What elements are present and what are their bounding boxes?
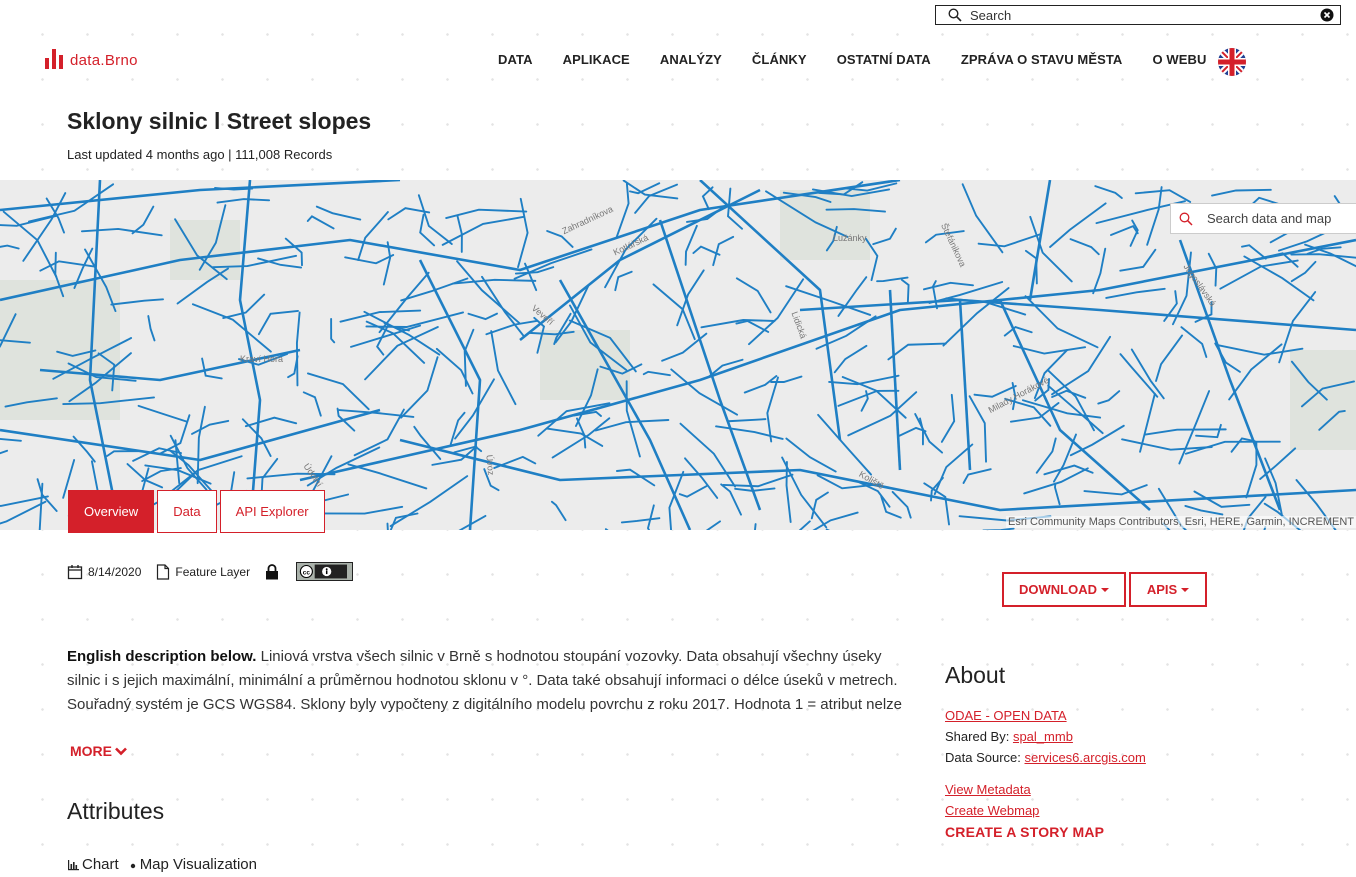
tab-overview[interactable]: Overview [68, 490, 155, 533]
info-date-value: 8/14/2020 [88, 564, 142, 579]
attributes-tabs: Chart Map Visualization [67, 856, 267, 873]
map-label: Úvoz [484, 454, 497, 476]
tab-data[interactable]: Data [157, 490, 217, 533]
nav-analyzy[interactable]: ANALÝZY [660, 52, 722, 67]
cc-license-badge-icon[interactable]: cc [296, 562, 354, 581]
info-type: Feature Layer [156, 563, 251, 580]
dataset-tabs: Overview Data API Explorer [68, 490, 328, 533]
bar-chart-icon [68, 859, 79, 870]
logo-bars-icon [45, 49, 63, 69]
map-search[interactable] [1170, 203, 1356, 234]
map-label: Lužánky [833, 233, 867, 243]
apis-button[interactable]: APIS [1129, 572, 1207, 607]
chevron-down-icon [115, 747, 127, 755]
search-icon [948, 8, 962, 22]
uk-flag-icon[interactable] [1217, 47, 1247, 77]
nav-clanky[interactable]: ČLÁNKY [752, 52, 807, 67]
logo-text: data.Brno [70, 52, 138, 69]
about-panel: About ODAE - OPEN DATA Shared By: spal_m… [945, 662, 1146, 846]
map-dot-icon [130, 863, 135, 868]
dataset-info: 8/14/2020 Feature Layer cc [67, 562, 354, 581]
about-heading: About [945, 662, 1006, 688]
view-metadata-link[interactable]: View Metadata [945, 782, 1031, 797]
calendar-icon [67, 564, 83, 579]
dataset-meta: Last updated 4 months ago | 111,008 Reco… [67, 147, 333, 162]
org-link[interactable]: ODAE - OPEN DATA [945, 708, 1067, 723]
map-view[interactable]: Lužánky Kraví Hora Jugoslávská Milady Ho… [0, 180, 1356, 530]
nav-aplikace[interactable]: APLIKACE [563, 52, 630, 67]
shared-by-link[interactable]: spal_mmb [1013, 729, 1073, 744]
map-attribution: Esri Community Maps Contributors, Esri, … [1006, 516, 1356, 528]
create-webmap-link[interactable]: Create Webmap [945, 803, 1039, 818]
search-icon [1179, 212, 1193, 226]
search-input[interactable] [970, 7, 1300, 23]
page-title: Sklony silnic l Street slopes [67, 108, 372, 134]
road-network [0, 180, 1356, 530]
clear-search-icon[interactable] [1320, 8, 1334, 22]
info-type-value: Feature Layer [175, 564, 251, 579]
map-search-input[interactable] [1207, 211, 1347, 226]
data-source-link[interactable]: services6.arcgis.com [1025, 750, 1146, 765]
data-source-label: Data Source: [945, 750, 1021, 765]
map-label: Kraví Hora [240, 354, 284, 364]
nav-o-webu[interactable]: O WEBU [1152, 52, 1206, 67]
tab-api-explorer[interactable]: API Explorer [219, 490, 325, 533]
info-date: 8/14/2020 [67, 564, 141, 580]
svg-text:cc: cc [303, 569, 311, 576]
nav-ostatni-data[interactable]: OSTATNÍ DATA [837, 52, 931, 67]
attributes-chart-tab[interactable]: Chart [67, 856, 119, 873]
lock-icon [266, 563, 279, 579]
shared-by-label: Shared By: [945, 729, 1010, 744]
document-icon [157, 563, 170, 580]
caret-down-icon [1101, 587, 1109, 592]
download-button[interactable]: DOWNLOAD [1002, 572, 1126, 607]
site-search[interactable] [935, 5, 1341, 25]
attributes-heading: Attributes [67, 798, 165, 824]
nav-zprava[interactable]: ZPRÁVA O STAVU MĚSTA [961, 52, 1123, 67]
caret-down-icon [1181, 587, 1190, 592]
create-story-map-link[interactable]: CREATE A STORY MAP [945, 824, 1104, 840]
nav-data[interactable]: DATA [498, 52, 533, 67]
more-button[interactable]: MORE [70, 743, 127, 759]
attributes-map-tab[interactable]: Map Visualization [129, 856, 257, 873]
site-logo[interactable]: data.Brno [45, 49, 138, 69]
info-lock [265, 563, 284, 580]
main-nav: DATA APLIKACE ANALÝZY ČLÁNKY OSTATNÍ DAT… [498, 52, 1236, 67]
dataset-description: English description below. Liniová vrstv… [67, 648, 903, 713]
